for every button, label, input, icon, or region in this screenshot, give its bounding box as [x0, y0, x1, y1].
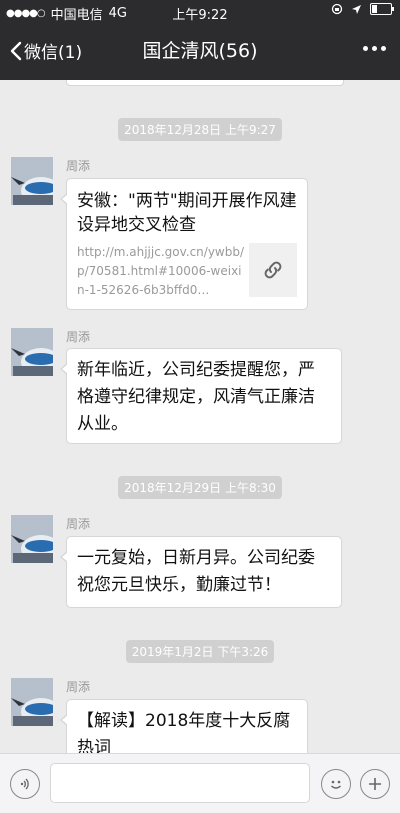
nav-bar: 微信(1) 国企清风(56): [0, 22, 400, 80]
sender-name: 周添: [66, 517, 91, 531]
emoji-icon: [331, 780, 341, 789]
sender-name: 周添: [66, 680, 91, 694]
sender-name: 周添: [66, 159, 91, 173]
chat-title: 国企清风(56): [142, 40, 258, 62]
add-button[interactable]: [360, 769, 390, 799]
text-message-bubble[interactable]: 【解读】2018年度十大反腐热词: [60, 699, 308, 753]
message-text: 一元复始，日新月异。公司纪委祝您元旦快乐，勤廉过节！: [77, 548, 315, 595]
status-right: [331, 3, 394, 15]
previous-message-bubble[interactable]: [66, 80, 344, 86]
emoji-button[interactable]: [321, 769, 351, 799]
text-message-bubble[interactable]: 新年临近，公司纪委提醒您，严格遵守纪律规定，风清气正廉洁从业。: [60, 348, 342, 444]
avatar-plane-image: [11, 328, 53, 376]
location-icon: [352, 4, 361, 14]
link-preview: http://m.ahjjjc.gov.cn/ywbb/p/70581.html…: [77, 243, 297, 305]
avatar[interactable]: [11, 157, 53, 205]
avatar[interactable]: [11, 515, 53, 563]
timestamp: 2018年12月28日 上午9:27: [0, 118, 400, 141]
chat-area[interactable]: 2018年12月28日 上午9:27 周添 安徽："两节"期间开展作风建设异地交…: [0, 80, 400, 753]
voice-button[interactable]: [10, 769, 40, 799]
rotation-lock-icon: [331, 3, 343, 15]
link-title: 安徽："两节"期间开展作风建设异地交叉检查: [77, 191, 297, 235]
avatar[interactable]: [11, 328, 53, 376]
sender-name: 周添: [66, 330, 91, 344]
message-text: 【解读】2018年度十大反腐热词: [77, 711, 291, 753]
avatar-plane-image: [11, 678, 53, 726]
message-text: 新年临近，公司纪委提醒您，严格遵守纪律规定，风清气正廉洁从业。: [77, 360, 315, 434]
timestamp: 2019年1月2日 下午3:26: [0, 640, 400, 663]
link-description: http://m.ahjjjc.gov.cn/ywbb/p/70581.html…: [77, 245, 245, 297]
input-bar: [0, 753, 400, 813]
status-bar: ●●●●○ 中国电信 4G 上午9:22: [0, 0, 400, 23]
message-input[interactable]: [50, 763, 310, 803]
avatar-plane-image: [11, 515, 53, 563]
link-icon: [249, 243, 297, 297]
plus-icon: [369, 778, 381, 790]
link-message-bubble[interactable]: 安徽："两节"期间开展作风建设异地交叉检查 http://m.ahjjjc.go…: [60, 178, 308, 310]
more-dots-icon[interactable]: [363, 46, 386, 51]
avatar-plane-image: [11, 157, 53, 205]
voice-icon: [20, 778, 29, 790]
text-message-bubble[interactable]: 一元复始，日新月异。公司纪委祝您元旦快乐，勤廉过节！: [60, 536, 342, 608]
timestamp: 2018年12月29日 上午8:30: [0, 476, 400, 499]
avatar[interactable]: [11, 678, 53, 726]
battery-icon: [370, 3, 394, 15]
